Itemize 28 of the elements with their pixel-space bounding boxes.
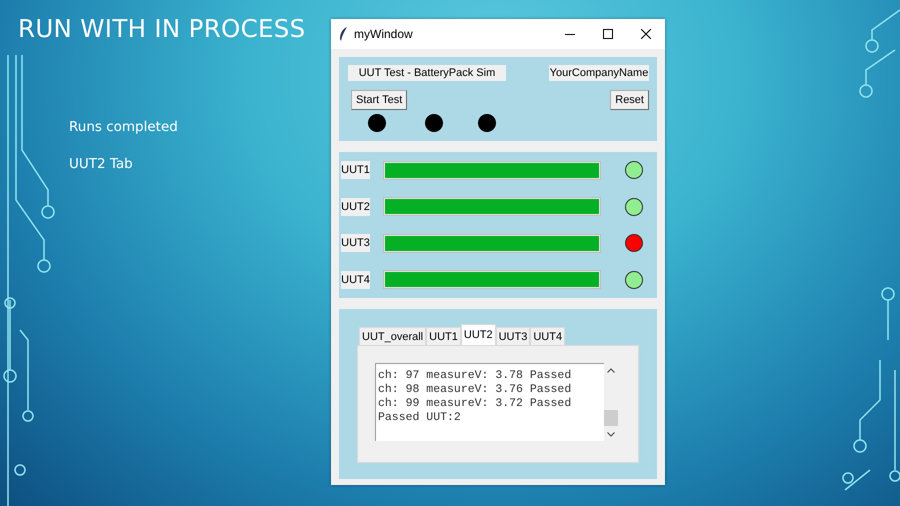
bullet-text: Runs completed xyxy=(69,119,179,135)
log-text-area[interactable]: ch: 97 measureV: 3.78 Passed ch: 98 measureV: 3.76 Passed ch: 99 measureV: 3.72 Passed Passed UUT:2 xyxy=(375,363,604,441)
uut-label: UUT2 xyxy=(341,198,370,216)
tab[interactable]: UUT2 xyxy=(460,324,496,345)
company-label: YourCompanyName xyxy=(549,65,649,81)
log-line: Passed UUT:2 xyxy=(378,411,462,425)
slide-title: RUN WITH IN PROCESS xyxy=(18,14,307,43)
scroll-up-icon[interactable] xyxy=(607,368,615,373)
start-test-button[interactable]: Start Test xyxy=(351,90,408,110)
uut-label: UUT4 xyxy=(341,270,370,289)
maximize-icon[interactable] xyxy=(603,29,613,39)
uut-label: UUT1 xyxy=(341,161,370,180)
reset-button[interactable]: Reset xyxy=(610,90,649,110)
uut-label: UUT3 xyxy=(341,234,370,252)
tab[interactable]: UUT3 xyxy=(496,327,530,345)
bullet-text: UUT2 Tab xyxy=(69,156,134,172)
feather-icon xyxy=(339,27,348,41)
tab[interactable]: UUT_overall xyxy=(359,327,426,345)
window-title: myWindow xyxy=(354,27,414,41)
log-line: ch: 99 measureV: 3.72 Passed xyxy=(378,397,572,411)
close-icon[interactable] xyxy=(641,29,651,39)
app-title-label: UUT Test - BatteryPack Sim xyxy=(348,65,506,81)
scrollbar-thumb[interactable] xyxy=(604,410,618,426)
log-line: ch: 97 measureV: 3.78 Passed xyxy=(378,369,572,383)
scroll-down-icon[interactable] xyxy=(607,432,615,437)
tab[interactable]: UUT4 xyxy=(530,327,566,345)
log-line: ch: 98 measureV: 3.76 Passed xyxy=(378,383,572,397)
tab[interactable]: UUT1 xyxy=(426,327,461,345)
